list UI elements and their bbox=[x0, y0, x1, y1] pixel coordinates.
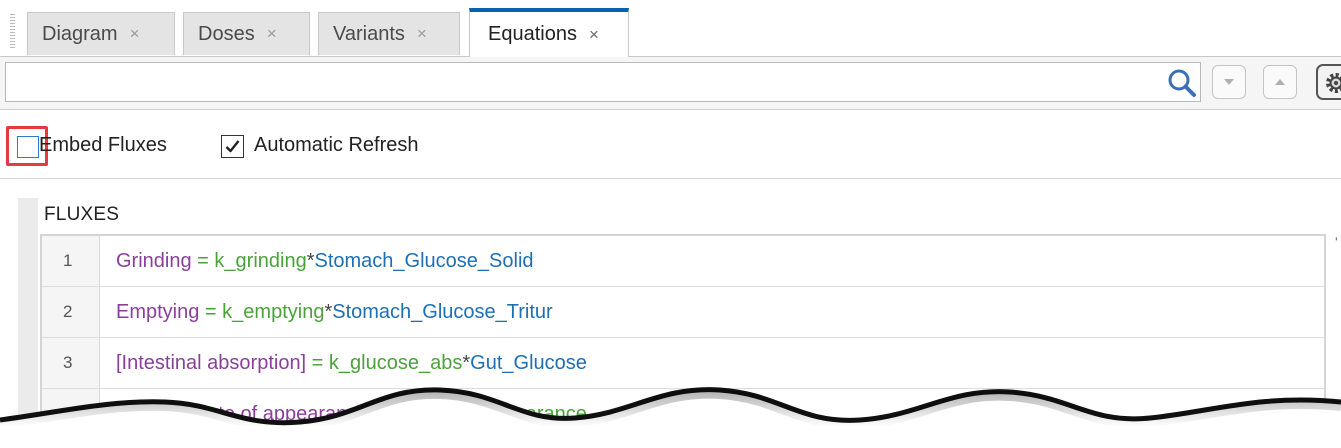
tab-label: Variants bbox=[333, 22, 405, 45]
embed-fluxes-label[interactable]: Embed Fluxes bbox=[39, 134, 167, 157]
close-icon[interactable]: × bbox=[417, 24, 427, 44]
scrollbar-marker[interactable]: ' bbox=[1335, 234, 1341, 250]
parameter-name: k_emptying bbox=[222, 301, 325, 323]
tab-label: Equations bbox=[488, 23, 577, 45]
tab-label: Diagram bbox=[42, 22, 118, 45]
equation-text: Grinding = k_grinding*Stomach_Glucose_So… bbox=[116, 236, 534, 286]
search-toolbar bbox=[0, 57, 1341, 109]
automatic-refresh-checkbox[interactable] bbox=[221, 135, 244, 158]
flux-name: Emptying bbox=[116, 301, 200, 323]
search-input[interactable] bbox=[5, 62, 1201, 102]
parameter-name: k_glucose_abs bbox=[328, 352, 463, 374]
tab-strip: Diagram × Doses × Variants × Equations × bbox=[0, 0, 1341, 57]
settings-button[interactable] bbox=[1316, 64, 1341, 100]
table-row[interactable]: 1 Grinding = k_grinding*Stomach_Glucose_… bbox=[42, 236, 1326, 287]
equals-sign: = bbox=[191, 250, 215, 272]
close-icon[interactable]: × bbox=[589, 25, 599, 45]
equals-sign: = bbox=[306, 352, 329, 374]
close-icon[interactable]: × bbox=[130, 24, 140, 44]
species-name: Stomach_Glucose_Tritur bbox=[332, 301, 553, 323]
species-name: Stomach_Glucose_Solid bbox=[314, 250, 534, 272]
tab-variants[interactable]: Variants × bbox=[318, 12, 460, 55]
line-number: 2 bbox=[42, 287, 100, 337]
checkmark-icon bbox=[225, 140, 240, 153]
tab-equations[interactable]: Equations × bbox=[469, 8, 629, 57]
torn-edge-overlay bbox=[0, 387, 1341, 448]
divider bbox=[0, 178, 1341, 179]
equals-sign: = bbox=[199, 301, 223, 323]
close-icon[interactable]: × bbox=[267, 24, 277, 44]
find-previous-button[interactable] bbox=[1263, 65, 1297, 99]
automatic-refresh-label[interactable]: Automatic Refresh bbox=[254, 134, 419, 157]
operator: * bbox=[462, 352, 471, 374]
parameter-name: k_grinding bbox=[214, 250, 307, 272]
table-row[interactable]: 2 Emptying = k_emptying*Stomach_Glucose_… bbox=[42, 287, 1326, 338]
search-icon[interactable] bbox=[1165, 66, 1199, 100]
find-next-button[interactable] bbox=[1212, 65, 1246, 99]
chevron-up-icon bbox=[1275, 79, 1285, 85]
gear-icon bbox=[1326, 73, 1341, 93]
embed-fluxes-checkbox[interactable] bbox=[17, 136, 39, 158]
tab-label: Doses bbox=[198, 22, 255, 45]
chevron-down-icon bbox=[1224, 79, 1234, 85]
options-bar: Embed Fluxes Automatic Refresh bbox=[0, 110, 1341, 178]
tab-diagram[interactable]: Diagram × bbox=[27, 12, 175, 55]
line-number: 1 bbox=[42, 236, 100, 286]
flux-name: [Intestinal absorption] bbox=[116, 352, 307, 374]
species-name: Gut_Glucose bbox=[470, 352, 587, 374]
tab-doses[interactable]: Doses × bbox=[183, 12, 310, 55]
operator: * bbox=[306, 250, 315, 272]
drag-grip-handle[interactable] bbox=[10, 14, 15, 48]
flux-name: Grinding bbox=[116, 250, 192, 272]
equation-text: Emptying = k_emptying*Stomach_Glucose_Tr… bbox=[116, 287, 553, 337]
section-title: FLUXES bbox=[44, 204, 120, 225]
